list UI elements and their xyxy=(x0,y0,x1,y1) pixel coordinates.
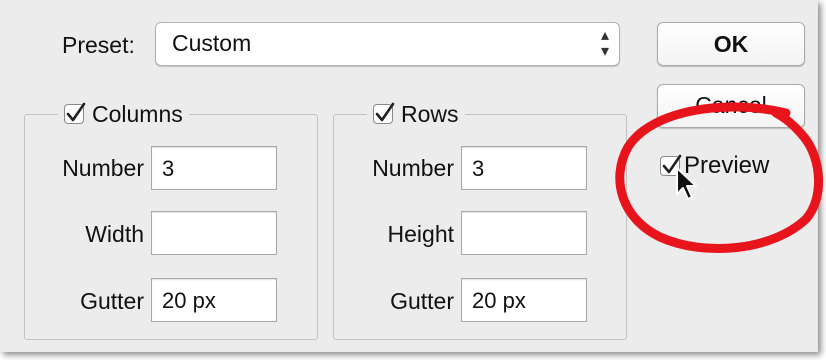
columns-width-field[interactable] xyxy=(151,211,277,255)
rows-gutter-field[interactable]: 20 px xyxy=(461,278,587,322)
rows-checkbox[interactable] xyxy=(373,102,395,124)
checkmark-icon xyxy=(375,102,395,122)
columns-number-field[interactable]: 3 xyxy=(151,146,277,190)
rows-number-field[interactable]: 3 xyxy=(461,146,587,190)
rows-height-label: Height xyxy=(387,221,454,247)
preset-value: Custom xyxy=(172,30,252,56)
columns-checkbox[interactable] xyxy=(64,102,86,124)
preset-select[interactable]: Custom ▴ ▾ xyxy=(155,22,620,66)
columns-gutter-label: Gutter xyxy=(80,288,144,314)
rows-number-label: Number xyxy=(372,155,454,181)
rows-legend: Rows xyxy=(367,100,465,128)
columns-legend: Columns xyxy=(58,100,189,128)
up-down-arrows-icon: ▴ ▾ xyxy=(600,27,609,60)
rows-height-field[interactable] xyxy=(461,211,587,255)
rows-gutter-label: Gutter xyxy=(390,288,454,314)
columns-width-label: Width xyxy=(85,221,144,247)
preset-label: Preset: xyxy=(62,32,135,58)
highlight-circle-annotation xyxy=(615,102,823,254)
ok-button[interactable]: OK xyxy=(657,22,805,66)
checkmark-icon xyxy=(66,102,86,122)
columns-number-label: Number xyxy=(62,155,144,181)
rows-title: Rows xyxy=(401,101,459,127)
columns-title: Columns xyxy=(92,101,183,127)
columns-gutter-field[interactable]: 20 px xyxy=(151,278,277,322)
new-guide-layout-dialog: Preset: Custom ▴ ▾ OK Cancel Columns Numb… xyxy=(0,0,823,352)
